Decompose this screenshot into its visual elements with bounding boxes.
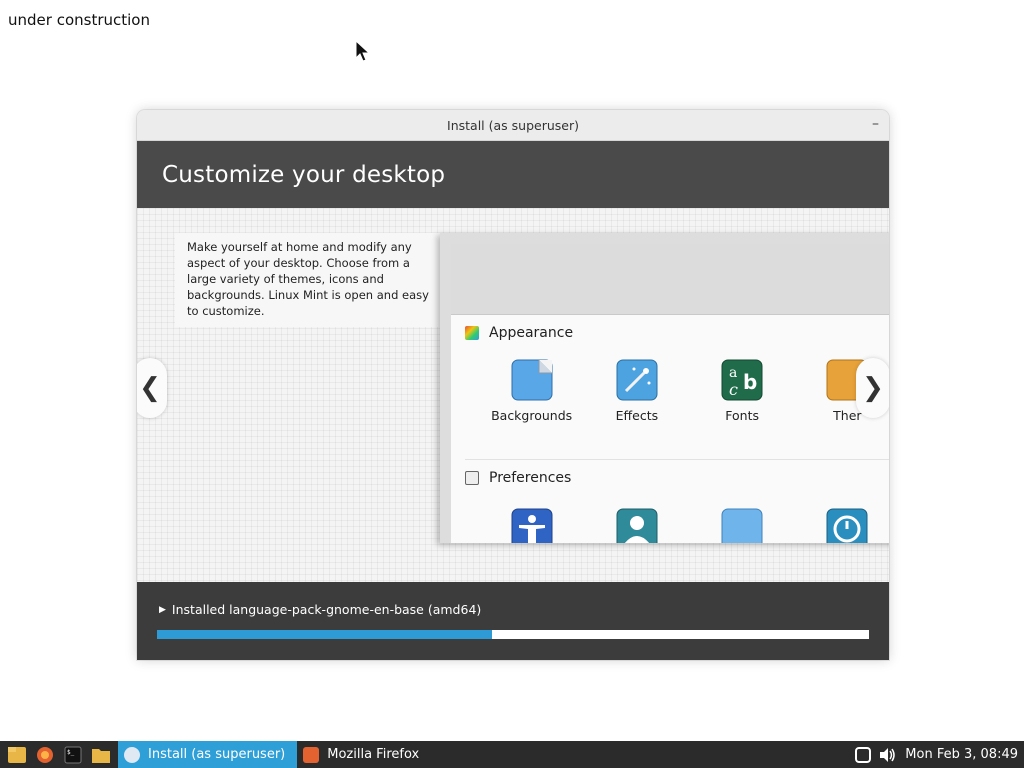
task-firefox-label: Mozilla Firefox [327,747,420,762]
window-title: Install (as superuser) [447,117,579,133]
chevron-right-icon: ❯ [862,373,884,403]
svg-text:b: b [743,370,757,394]
appearance-section-title: Appearance [489,325,574,341]
themes-label: Ther [833,408,862,423]
progress-bar [157,630,869,639]
appearance-items: Backgrounds Effects a c b Fonts Ther [451,351,889,459]
preferences-section-title: Preferences [489,470,572,486]
accessibility-tile [479,496,584,543]
svg-text:a: a [729,365,737,381]
terminal-launcher[interactable]: $_ [62,745,84,765]
date-time-icon [826,508,868,543]
task-installer-label: Install (as superuser) [148,747,286,762]
clock[interactable]: Mon Feb 3, 08:49 [905,747,1018,762]
menu-launcher[interactable] [6,745,28,765]
folder-icon [92,748,110,763]
progress-status: Installed language-pack-gnome-en-base (a… [171,602,482,617]
slide-banner: Customize your desktop [137,141,889,208]
date-time-tile [795,496,889,543]
backgrounds-icon [511,359,553,401]
progress-details-toggle[interactable]: ▶ Installed language-pack-gnome-en-base … [159,602,481,617]
next-slide-button[interactable]: ❯ [856,358,889,418]
terminal-icon: $_ [64,746,82,763]
appearance-section-header: Appearance [451,315,889,351]
taskbar: $_ Install (as superuser) Mozilla Firefo… [0,741,1024,768]
firefox-icon [37,746,53,763]
fonts-tile: a c b Fonts [690,351,795,459]
effects-label: Effects [615,408,659,423]
account-details-tile [584,496,689,543]
previous-slide-button[interactable]: ❮ [137,358,167,418]
svg-text:$_: $_ [67,749,75,756]
progress-bar-fill [157,630,492,639]
preferences-items [451,496,889,543]
slideshow: Make yourself at home and modify any asp… [137,208,889,582]
installer-icon [124,746,140,763]
blank-app-icon [721,508,763,543]
preferences-section-header: Preferences [451,460,889,496]
expander-arrow-icon: ▶ [159,604,166,615]
settings-panel: Appearance Backgrounds Effects a c b Fon… [451,244,889,543]
progress-area: ▶ Installed language-pack-gnome-en-base … [137,582,889,660]
blank-app-tile [690,496,795,543]
accessibility-icon [511,508,553,543]
backgrounds-tile: Backgrounds [479,351,584,459]
firefox-launcher[interactable] [34,745,56,765]
mouse-cursor-icon [355,39,371,66]
task-installer[interactable]: Install (as superuser) [118,741,298,768]
slide-title: Customize your desktop [162,161,446,188]
effects-icon [616,359,658,401]
backgrounds-label: Backgrounds [491,408,573,423]
account-details-icon [616,508,658,543]
volume-icon[interactable] [879,747,897,763]
slide-description: Make yourself at home and modify any asp… [175,233,449,327]
effects-tile: Effects [584,351,689,459]
svg-text:c: c [729,380,738,399]
settings-header [451,244,889,315]
system-tray: Mon Feb 3, 08:49 [855,741,1024,768]
desktop-text: under construction [8,11,150,29]
minimize-button[interactable]: – [872,116,879,132]
settings-screenshot: Appearance Backgrounds Effects a c b Fon… [440,233,889,543]
network-icon[interactable] [855,746,872,763]
window-titlebar[interactable]: Install (as superuser) – [137,110,889,141]
appearance-icon [465,326,479,340]
chevron-left-icon: ❮ [139,373,161,403]
files-launcher[interactable] [90,745,112,765]
menu-icon [8,746,26,763]
firefox-task-icon [303,746,320,763]
fonts-icon: a c b [721,359,763,401]
task-firefox[interactable]: Mozilla Firefox [297,741,431,768]
preferences-icon [465,471,479,485]
installer-window: Install (as superuser) – Customize your … [137,110,889,660]
fonts-label: Fonts [725,408,759,423]
